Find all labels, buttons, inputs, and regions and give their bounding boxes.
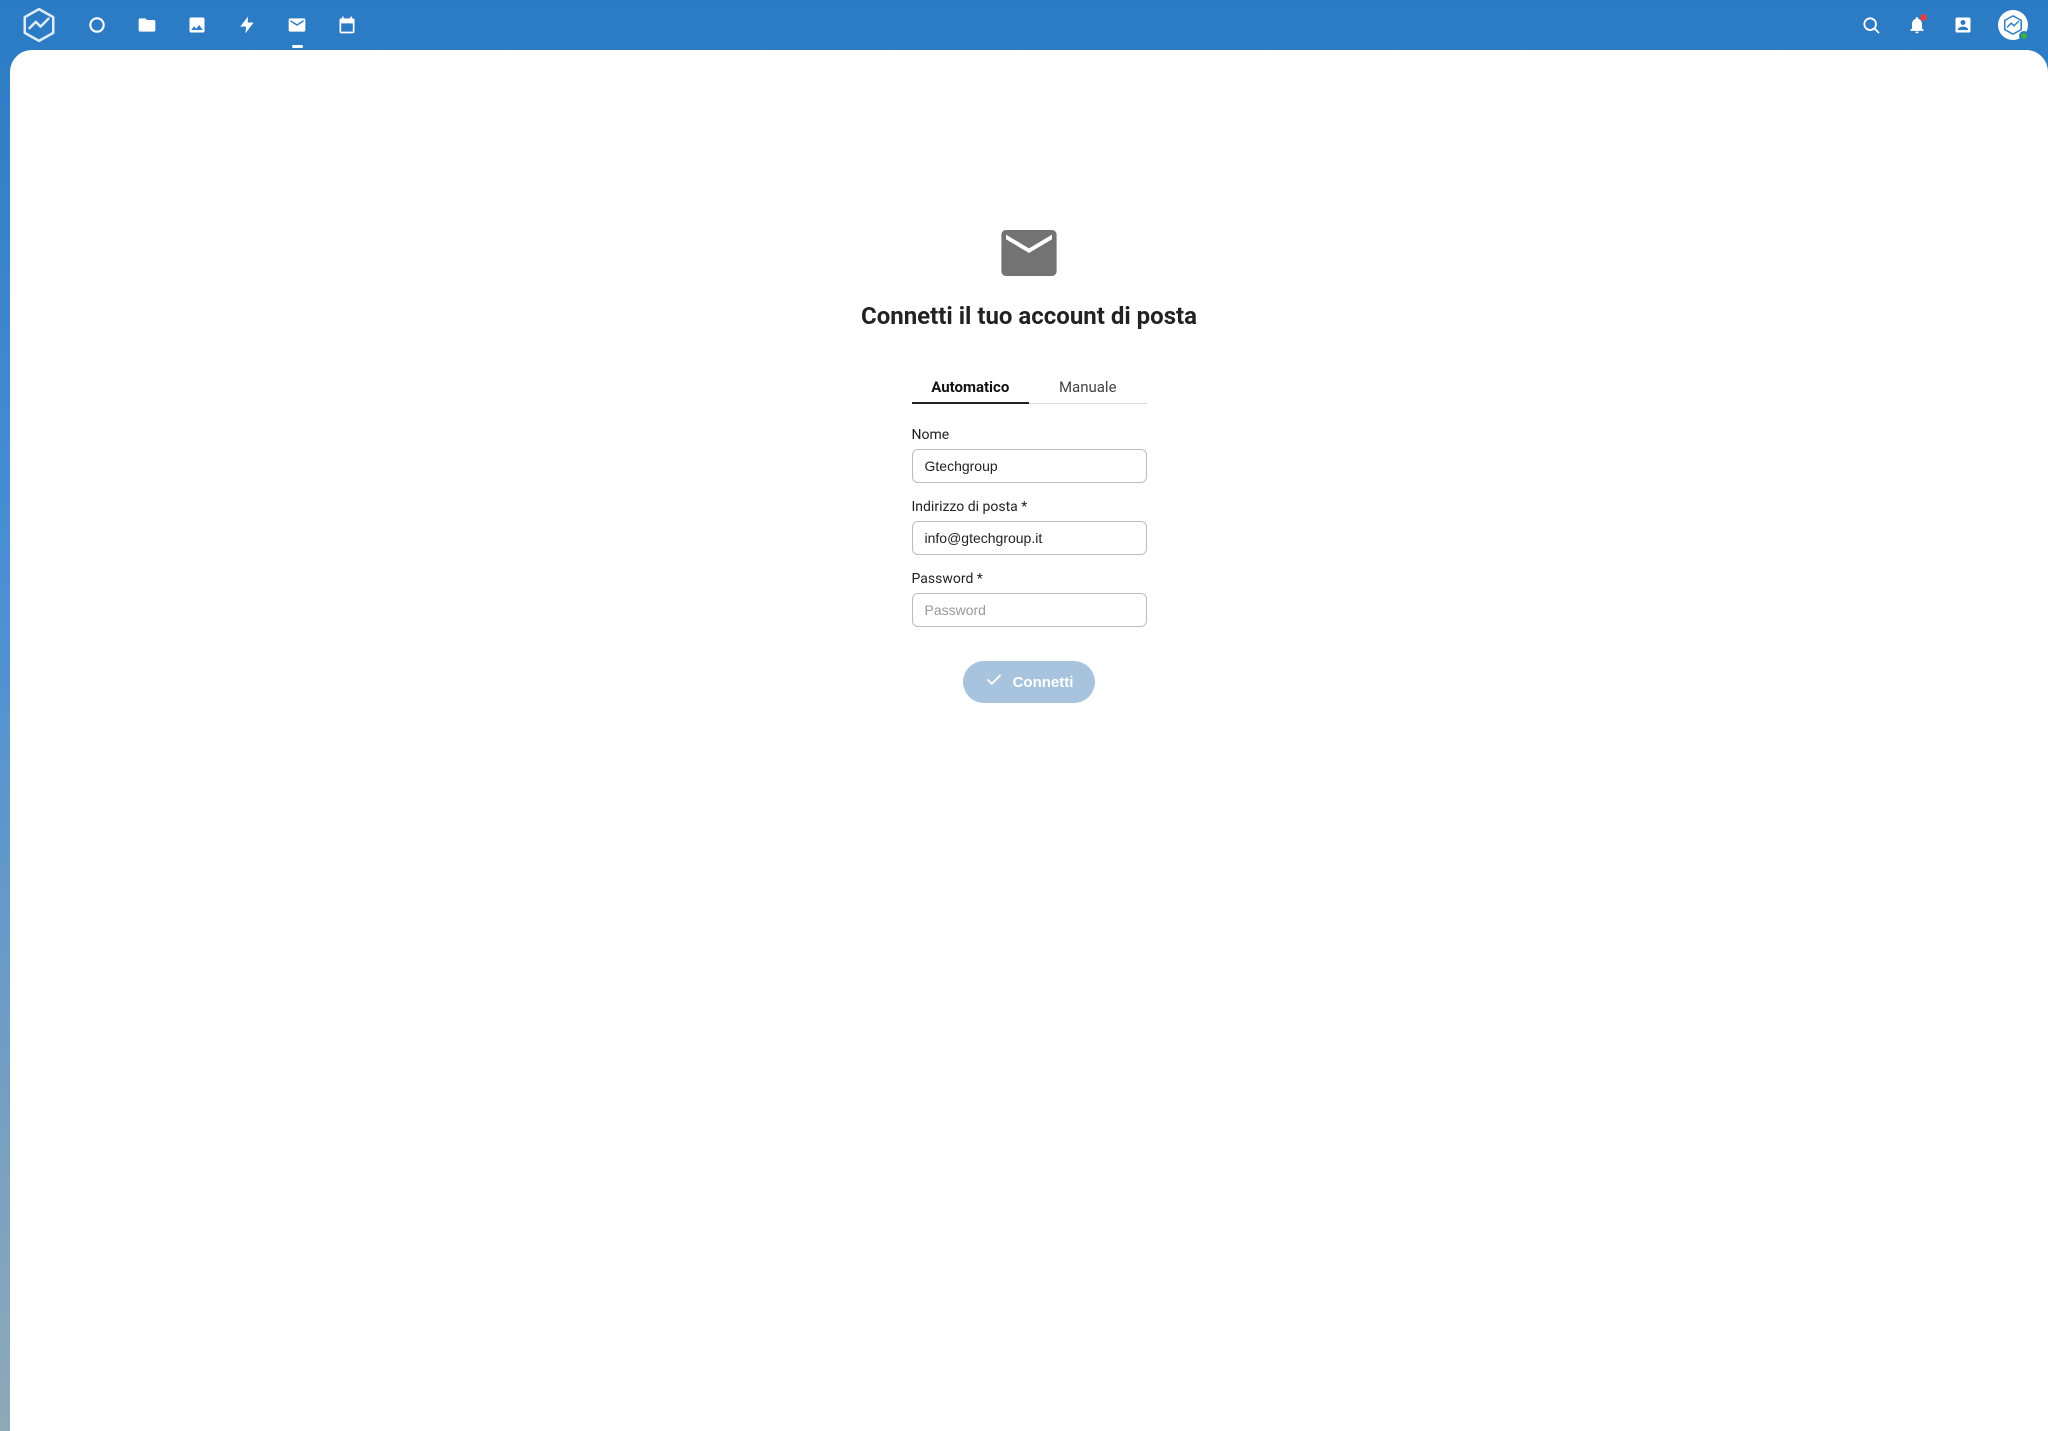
nav-calendar-icon[interactable] [336,14,358,36]
nav-photos-icon[interactable] [186,14,208,36]
profile-avatar-icon[interactable] [1998,10,2028,40]
connect-button[interactable]: Connetti [963,661,1096,703]
tab-manual[interactable]: Manuale [1029,378,1147,404]
search-icon[interactable] [1860,14,1882,36]
check-icon [985,671,1003,693]
nav-activity-icon[interactable] [236,14,258,36]
main-panel: Connetti il tuo account di posta Automat… [10,50,2048,1431]
setup-tabs: Automatico Manuale [912,378,1147,405]
nav-mail-icon[interactable] [286,14,308,36]
nav-files-icon[interactable] [136,14,158,36]
topbar [0,0,2048,50]
tab-automatic[interactable]: Automatico [912,378,1030,404]
status-online-dot [2019,31,2029,41]
topbar-left [20,6,358,44]
notifications-icon[interactable] [1906,14,1928,36]
mail-hero-icon [1000,230,1058,280]
password-label: Password * [912,571,1147,587]
name-label: Nome [912,427,1147,443]
name-input[interactable] [912,449,1147,483]
topbar-right [1860,10,2028,40]
email-label: Indirizzo di posta * [912,499,1147,515]
email-input[interactable] [912,521,1147,555]
notification-badge [1920,14,1927,21]
password-input[interactable] [912,593,1147,627]
contacts-icon[interactable] [1952,14,1974,36]
nav-dashboard-icon[interactable] [86,14,108,36]
page-title: Connetti il tuo account di posta [861,302,1197,330]
connect-button-label: Connetti [1013,674,1074,691]
app-logo-icon[interactable] [20,6,58,44]
connect-form: Nome Indirizzo di posta * Password * Con… [912,423,1147,703]
